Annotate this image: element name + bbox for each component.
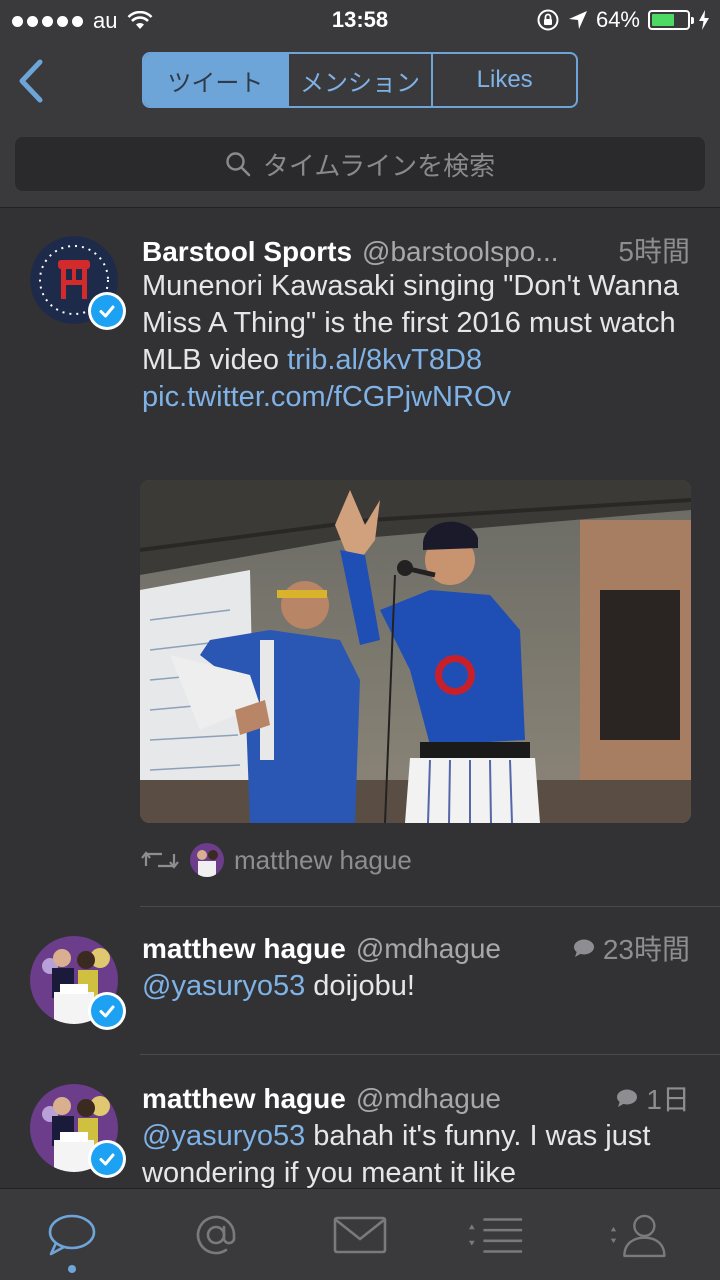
tweet-timestamp: 1日: [616, 1078, 690, 1118]
speech-bubble-icon: [48, 1214, 96, 1256]
avatar[interactable]: [30, 236, 126, 330]
list-icon: [468, 1218, 523, 1253]
tab-messages[interactable]: [330, 1207, 390, 1263]
charging-bolt-icon: [699, 10, 709, 30]
tweet-media-image[interactable]: [140, 480, 691, 823]
tweet-mention[interactable]: @yasuryo53: [142, 1120, 305, 1152]
at-sign-icon: [196, 1215, 236, 1255]
retweeter-avatar: [190, 843, 224, 877]
reply-bubble-icon: [573, 939, 594, 957]
tab-profile[interactable]: [608, 1207, 668, 1263]
search-bar-container: タイムラインを検索: [0, 122, 720, 208]
tweet-mention[interactable]: @yasuryo53: [142, 970, 305, 1002]
tweet-row[interactable]: matthew hague @mdhague 23時間 @yasuryo53 d…: [0, 908, 720, 1056]
back-chevron-icon[interactable]: [14, 58, 50, 104]
author-name[interactable]: matthew hague: [142, 933, 346, 965]
tweet-row[interactable]: matthew hague @mdhague 1日 @yasuryo53 bah…: [0, 1056, 720, 1188]
row-divider: [140, 906, 720, 907]
tweet-header: matthew hague @mdhague 1日: [142, 1078, 690, 1118]
battery-icon: [648, 10, 694, 30]
row-divider: [140, 1054, 720, 1055]
battery-percent: 64%: [595, 7, 640, 32]
avatar[interactable]: [30, 936, 126, 1030]
tab-mentions-bar[interactable]: [186, 1207, 246, 1263]
tweet-text: Munenori Kawasaki singing "Don't Wanna M…: [142, 268, 697, 416]
tab-tweets[interactable]: ツイート: [144, 54, 287, 106]
timeline-segmented-control: ツイート メンション Likes: [142, 52, 578, 108]
avatar[interactable]: [30, 1084, 126, 1178]
tab-lists[interactable]: [466, 1207, 526, 1263]
tweet-header: Barstool Sports @barstoolspo... 5時間: [142, 230, 690, 270]
author-name[interactable]: Barstool Sports: [142, 236, 352, 268]
search-icon: [226, 152, 251, 177]
tab-mentions[interactable]: メンション: [286, 54, 432, 106]
retweeted-by[interactable]: matthew hague: [140, 838, 412, 882]
tweet-header: matthew hague @mdhague 23時間: [142, 928, 690, 968]
reply-bubble-icon: [617, 1089, 638, 1107]
tweet-text: @yasuryo53 doijobu!: [142, 968, 697, 1005]
author-handle: @barstoolspo...: [362, 236, 559, 267]
retweet-icon: [141, 851, 179, 869]
search-input[interactable]: タイムラインを検索: [15, 137, 705, 191]
author-handle: @mdhague: [355, 1083, 501, 1114]
active-tab-indicator: [68, 1265, 76, 1273]
location-arrow-icon: [568, 11, 587, 29]
navigation-bar: ツイート メンション Likes: [0, 40, 720, 122]
tweet-body: doijobu!: [305, 970, 415, 1002]
tab-timeline[interactable]: [42, 1207, 102, 1263]
verified-badge-icon: [88, 1140, 126, 1178]
tweet-row[interactable]: Barstool Sports @barstoolspo... 5時間 Mune…: [0, 208, 720, 908]
search-placeholder: タイムラインを検索: [262, 150, 496, 181]
tweet-media-link[interactable]: pic.twitter.com/fCGPjwNROv: [142, 381, 511, 413]
retweeter-name: matthew hague: [234, 844, 412, 875]
status-bar: au 13:58 64%: [0, 0, 720, 40]
tweet-time: 1日: [646, 1084, 690, 1115]
tweet-time: 23時間: [602, 934, 690, 965]
envelope-icon: [333, 1216, 387, 1254]
tweet-link[interactable]: trib.al/8kvT8D8: [287, 344, 482, 376]
author-handle: @mdhague: [355, 933, 501, 964]
profile-icon: [610, 1214, 666, 1258]
tweet-timestamp: 23時間: [573, 928, 690, 968]
verified-badge-icon: [88, 992, 126, 1030]
orientation-lock-icon: [537, 9, 559, 31]
tweet-text: @yasuryo53 bahah it's funny. I was just …: [142, 1118, 697, 1188]
author-name[interactable]: matthew hague: [142, 1083, 346, 1115]
tab-bar: [0, 1188, 720, 1280]
timeline[interactable]: Barstool Sports @barstoolspo... 5時間 Mune…: [0, 208, 720, 1188]
tab-likes[interactable]: Likes: [431, 54, 576, 106]
tweet-timestamp: 5時間: [618, 236, 690, 267]
verified-badge-icon: [88, 292, 126, 330]
